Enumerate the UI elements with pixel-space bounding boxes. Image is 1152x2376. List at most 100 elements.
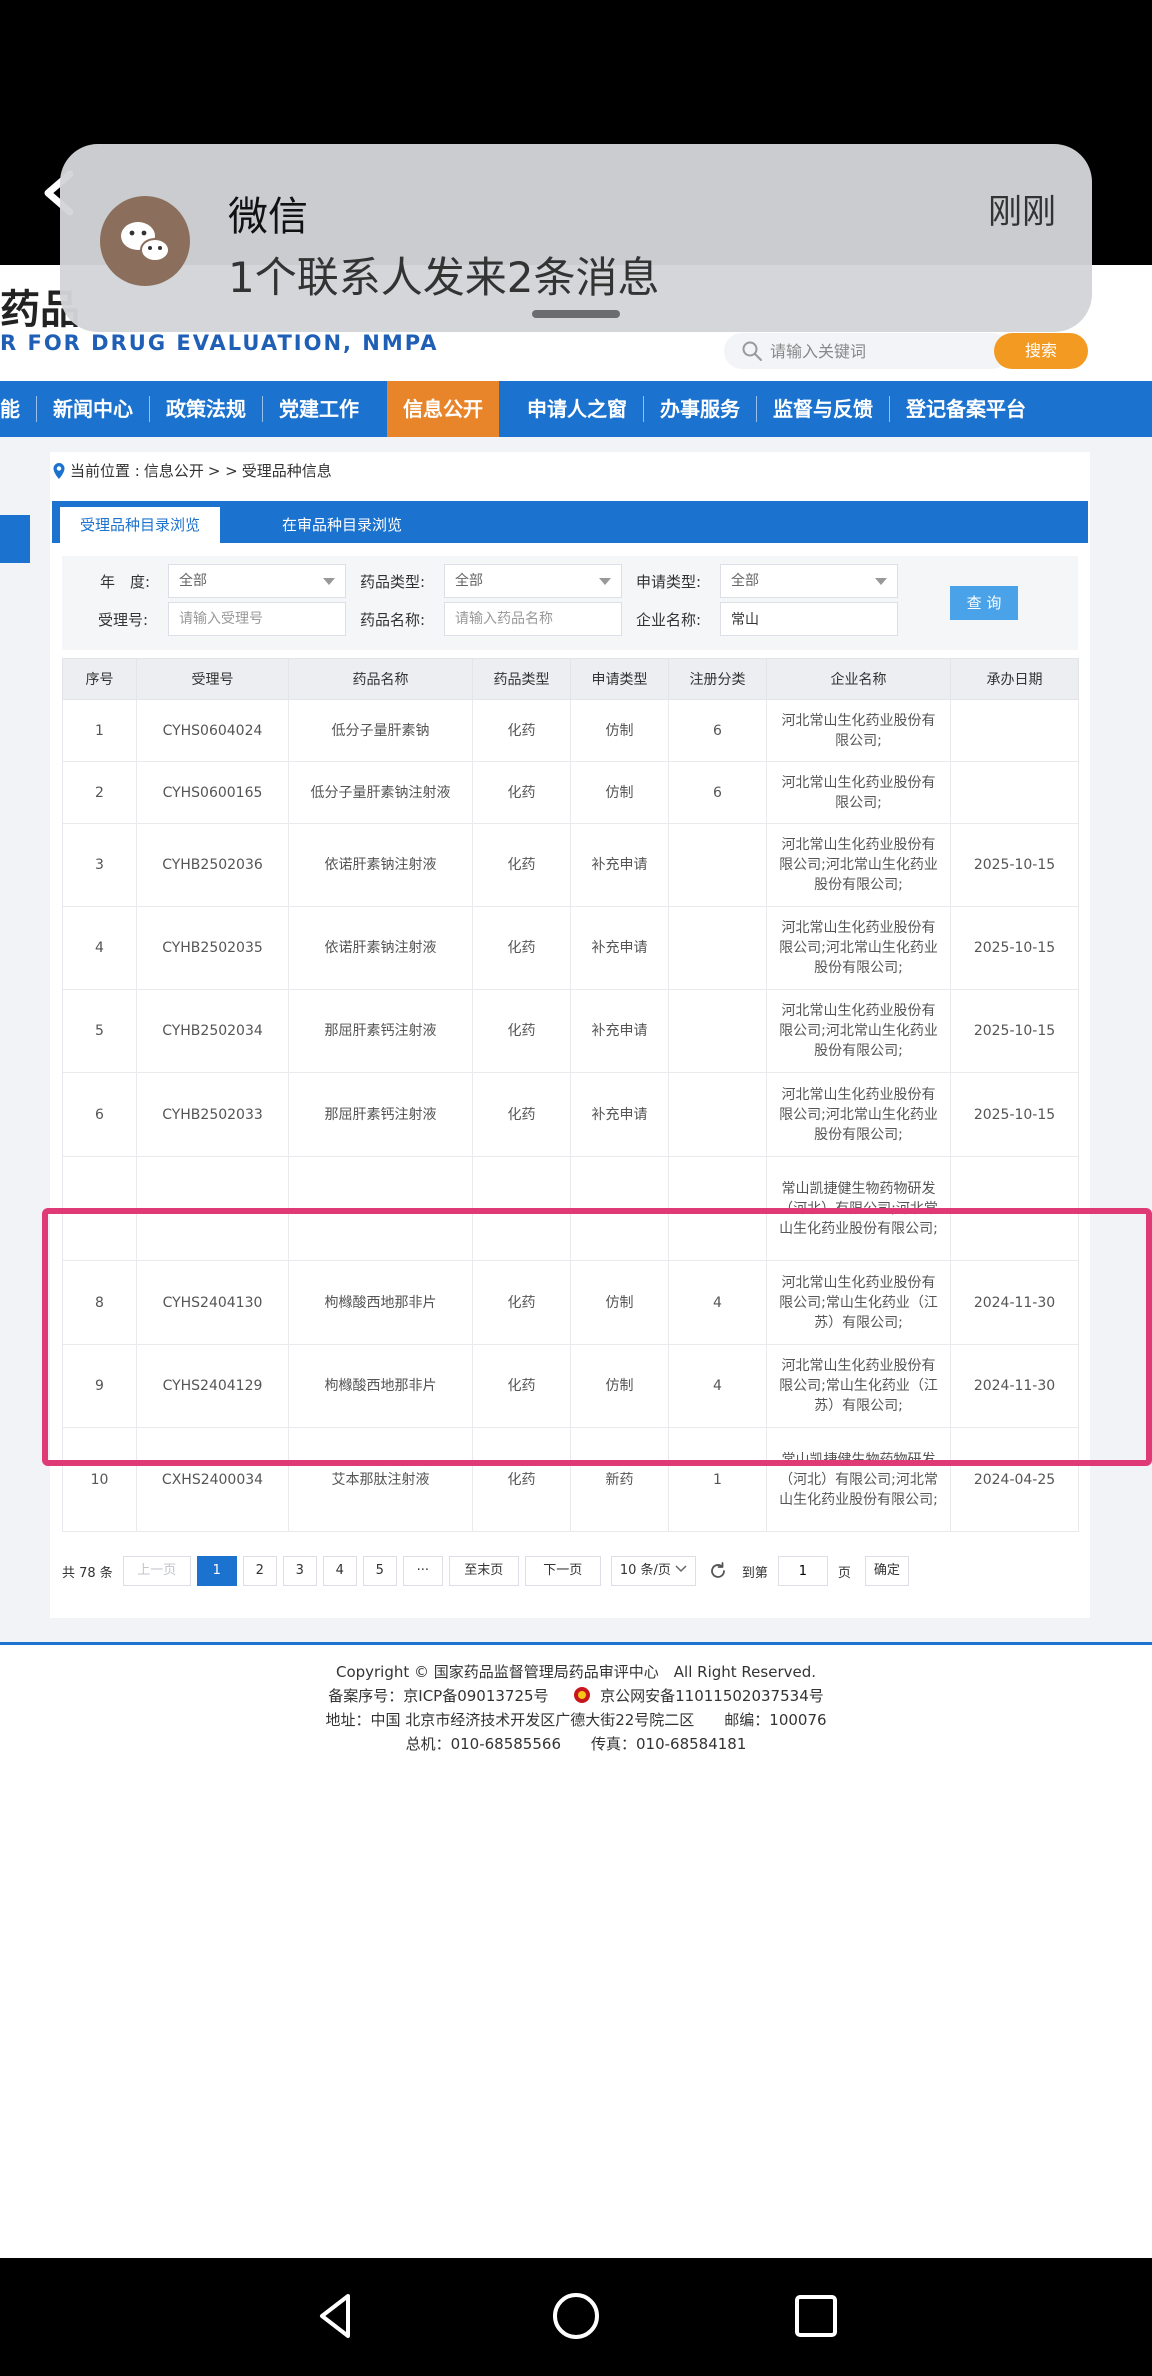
apply-type-select[interactable]: 全部: [720, 564, 898, 598]
company-label: 企业名称:: [636, 611, 702, 629]
nav-item-party[interactable]: 党建工作: [263, 381, 375, 437]
query-button[interactable]: 查 询: [950, 586, 1018, 620]
last-page-button[interactable]: 至末页: [448, 1556, 519, 1586]
nav-item-info-public[interactable]: 信息公开: [387, 381, 499, 437]
breadcrumb-info-public[interactable]: 信息公开: [144, 460, 204, 481]
apply-type-select-value: 全部: [731, 573, 759, 589]
cell-apply-type: 补充申请: [570, 989, 669, 1073]
notification-app-name: 微信: [228, 194, 308, 240]
cell-drug-name: 依诺肝素钠注射液: [288, 906, 473, 990]
table-row[interactable]: 1 CYHS0604024 低分子量肝素钠 化药 仿制 6 河北常山生化药业股份…: [62, 699, 1079, 762]
cell-reg-class: [668, 906, 767, 990]
cell-date: 2025-10-15: [950, 989, 1079, 1073]
cell-accept-no: CYHS0600165: [136, 761, 289, 824]
notification-message: 1个联系人发来2条消息: [228, 253, 660, 302]
company-input[interactable]: [720, 602, 898, 636]
cell-reg-class: [668, 1072, 767, 1157]
page-unit-label: 页: [837, 1565, 851, 1581]
cell-date: [950, 699, 1079, 762]
footer-icp[interactable]: 备案序号：京ICP备09013725号: [328, 1687, 548, 1705]
cell-drug-name: 那屈肝素钙注射液: [288, 989, 473, 1073]
nav-item-service[interactable]: 办事服务: [644, 381, 756, 437]
cell-drug-type: 化药: [472, 906, 571, 990]
nav-item-news[interactable]: 新闻中心: [37, 381, 149, 437]
back-triangle-icon[interactable]: [306, 2286, 366, 2346]
tab-bar: 受理品种目录浏览 在审品种目录浏览: [52, 501, 1088, 543]
system-nav-bar: [0, 2258, 1152, 2376]
goto-page-input[interactable]: [777, 1556, 828, 1586]
table-row[interactable]: 3 CYHB2502036 依诺肝素钠注射液 化药 补充申请 河北常山生化药业股…: [62, 823, 1079, 907]
footer-police[interactable]: 京公网安备11011502037534号: [600, 1687, 824, 1705]
tab-accepted-catalog[interactable]: 受理品种目录浏览: [60, 507, 221, 543]
footer-phone: 总机：010-68585566 传真：010-68584181: [405, 1735, 747, 1753]
nav-item-feedback[interactable]: 监督与反馈: [757, 381, 889, 437]
cell-accept-no: CYHS0604024: [136, 699, 289, 762]
wechat-app-icon: [100, 196, 190, 286]
cell-company: 河北常山生化药业股份有限公司;河北常山生化药业股份有限公司;: [766, 823, 951, 907]
cell-reg-class: 6: [668, 699, 767, 762]
nav-item-registration[interactable]: 登记备案平台: [890, 381, 1042, 437]
wechat-logo-icon: [121, 222, 170, 262]
refresh-icon[interactable]: [708, 1561, 728, 1581]
prev-page-button[interactable]: 上一页: [122, 1556, 191, 1586]
cell-date: 2025-10-15: [950, 906, 1079, 990]
col-header-date: 承办日期: [950, 658, 1079, 700]
site-footer: Copyright © 国家药品监督管理局药品审评中心 All Right Re…: [0, 1642, 1152, 2258]
cell-drug-type: 化药: [472, 1072, 571, 1157]
nav-item-applicant[interactable]: 申请人之窗: [511, 381, 643, 437]
nav-item-partial[interactable]: 能: [0, 381, 36, 437]
footer-copyright: Copyright © 国家药品监督管理局药品审评中心 All Right Re…: [335, 1663, 817, 1681]
page-ellipsis[interactable]: ···: [402, 1556, 443, 1586]
col-header-no: 序号: [62, 658, 137, 700]
cell-date: 2025-10-15: [950, 1072, 1079, 1157]
drug-name-input[interactable]: [444, 602, 622, 636]
police-badge-icon: [574, 1687, 591, 1703]
cell-apply-type: 补充申请: [570, 906, 669, 990]
cell-no: 2: [62, 761, 137, 824]
accept-no-label: 受理号:: [98, 611, 149, 629]
page-size-select[interactable]: 10 条/页: [610, 1556, 696, 1586]
search-input[interactable]: [770, 337, 1000, 365]
chevron-down-icon: [323, 578, 335, 585]
wechat-notification[interactable]: 微信 刚刚 1个联系人发来2条消息: [60, 144, 1092, 332]
cell-drug-type: 化药: [472, 823, 571, 907]
tab-in-review-catalog[interactable]: 在审品种目录浏览: [262, 507, 422, 543]
cell-no: 1: [62, 699, 137, 762]
recent-apps-square-icon[interactable]: [786, 2286, 846, 2346]
home-circle-icon[interactable]: [546, 2286, 606, 2346]
breadcrumb: 当前位置 : 信息公开 > > 受理品种信息: [52, 460, 332, 481]
table-row[interactable]: 6 CYHB2502033 那屈肝素钙注射液 化药 补充申请 河北常山生化药业股…: [62, 1072, 1079, 1157]
next-page-button[interactable]: 下一页: [524, 1556, 601, 1586]
highlight-box: [42, 1208, 1152, 1466]
cell-no: 4: [62, 906, 137, 990]
cell-apply-type: 补充申请: [570, 1072, 669, 1157]
year-select[interactable]: 全部: [168, 564, 346, 598]
cell-drug-type: 化药: [472, 989, 571, 1073]
pagination: 共 78 条 上一页 1 2 3 4 5 ··· 至末页 下一页 10 条/页 …: [62, 1556, 915, 1586]
page-button-2[interactable]: 2: [242, 1556, 277, 1586]
table-row[interactable]: 5 CYHB2502034 那屈肝素钙注射液 化药 补充申请 河北常山生化药业股…: [62, 989, 1079, 1073]
table-row[interactable]: 4 CYHB2502035 依诺肝素钠注射液 化药 补充申请 河北常山生化药业股…: [62, 906, 1079, 990]
main-nav: 能 新闻中心 政策法规 党建工作 信息公开 申请人之窗 办事服务 监督与反馈 登…: [0, 381, 1152, 437]
page-size-value: 10 条/页: [619, 1563, 671, 1578]
page-button-1[interactable]: 1: [196, 1556, 237, 1586]
table-row[interactable]: 2 CYHS0600165 低分子量肝素钠注射液 化药 仿制 6 河北常山生化药…: [62, 761, 1079, 824]
page-button-4[interactable]: 4: [322, 1556, 357, 1586]
page-button-3[interactable]: 3: [282, 1556, 317, 1586]
apply-type-label: 申请类型:: [636, 573, 702, 591]
drug-name-label: 药品名称:: [360, 611, 426, 629]
chevron-down-icon: [675, 1565, 687, 1573]
accept-no-input[interactable]: [168, 602, 346, 636]
col-header-company: 企业名称: [766, 658, 951, 700]
confirm-button[interactable]: 确定: [864, 1556, 909, 1586]
side-menu-tab[interactable]: [0, 515, 30, 563]
col-header-apply-type: 申请类型: [570, 658, 669, 700]
page-button-5[interactable]: 5: [362, 1556, 397, 1586]
cell-drug-type: 化药: [472, 699, 571, 762]
col-header-accept-no: 受理号: [136, 658, 289, 700]
drug-type-select[interactable]: 全部: [444, 564, 622, 598]
notification-drag-handle[interactable]: [532, 310, 620, 318]
search-button[interactable]: 搜索: [994, 333, 1088, 369]
nav-item-policy[interactable]: 政策法规: [150, 381, 262, 437]
search-icon: [742, 341, 762, 361]
